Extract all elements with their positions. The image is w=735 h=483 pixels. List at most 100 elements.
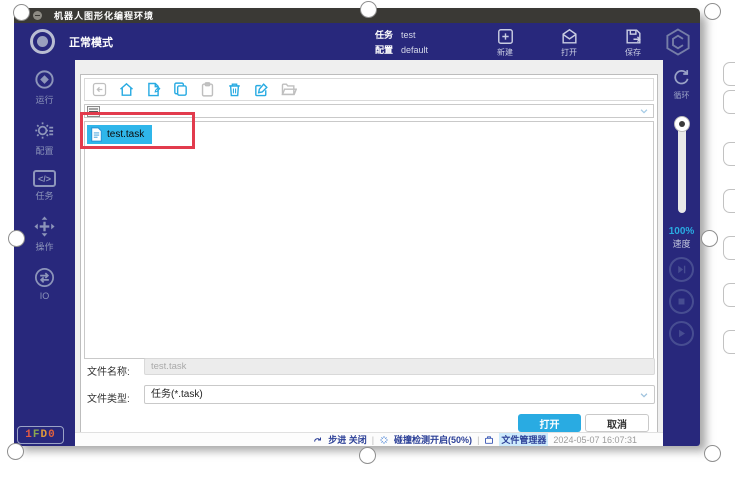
copy-icon[interactable] xyxy=(172,81,189,98)
open-task-icon xyxy=(560,27,579,46)
edge-button[interactable] xyxy=(723,62,735,86)
edge-button[interactable] xyxy=(723,142,735,166)
io-icon xyxy=(33,266,56,289)
open-task-button[interactable]: 打开 xyxy=(546,27,592,58)
cancel-button[interactable]: 取消 xyxy=(585,414,649,432)
sidebar-item-run[interactable]: 运行 xyxy=(33,68,56,106)
save-task-button[interactable]: 保存 xyxy=(610,27,656,58)
step-status-icon xyxy=(313,435,323,445)
mode-indicator-icon xyxy=(30,29,55,54)
right-sidebar: 循环 100% 速度 xyxy=(663,60,700,446)
sidebar-item-config[interactable]: 配置 xyxy=(33,119,56,157)
play-icon xyxy=(675,327,688,340)
task-code-icon: </> xyxy=(33,170,56,187)
filetype-select[interactable]: 任务(*.task) xyxy=(144,385,655,404)
play-button[interactable] xyxy=(669,321,694,346)
minimize-button[interactable] xyxy=(33,11,42,20)
edge-button[interactable] xyxy=(723,189,735,213)
selection-handle[interactable] xyxy=(704,445,721,462)
back-icon[interactable] xyxy=(91,81,108,98)
run-icon xyxy=(33,68,56,91)
sidebar-item-label: 操作 xyxy=(35,240,53,253)
flag-char: 1 xyxy=(25,429,33,441)
loop-toggle[interactable]: 循环 xyxy=(671,67,692,101)
sidebar-item-label: 任务 xyxy=(35,189,53,202)
task-config-info: 任务 test 配置 default xyxy=(375,28,428,58)
filename-label: 文件名称: xyxy=(87,363,130,378)
save-task-label: 保存 xyxy=(625,47,641,58)
new-task-icon xyxy=(496,27,515,46)
new-task-label: 新建 xyxy=(497,47,513,58)
selection-handle[interactable] xyxy=(704,3,721,20)
window-title: 机器人图形化编程环境 xyxy=(54,9,154,22)
loop-icon xyxy=(671,67,692,88)
file-dialog-toolbar xyxy=(84,78,654,101)
settings-icon xyxy=(33,119,56,142)
speed-slider[interactable] xyxy=(678,123,686,213)
filename-input[interactable]: test.task xyxy=(144,358,655,375)
file-list[interactable]: test.task xyxy=(84,121,654,359)
collision-status[interactable]: 碰撞检测开启(50%) xyxy=(394,433,472,446)
open-button[interactable]: 打开 xyxy=(518,414,581,432)
paste-icon[interactable] xyxy=(199,81,216,98)
flag-char: 0 xyxy=(48,429,56,441)
collision-icon xyxy=(379,435,389,445)
flag-char: D xyxy=(41,429,49,441)
selection-handle[interactable] xyxy=(7,443,24,460)
move-icon xyxy=(33,215,56,238)
task-value: test xyxy=(401,30,416,40)
chevron-down-icon xyxy=(639,390,649,400)
save-task-icon xyxy=(624,27,643,46)
separator: | xyxy=(477,435,479,445)
selection-handle[interactable] xyxy=(701,230,718,247)
flag-char: F xyxy=(33,429,41,441)
selection-handle[interactable] xyxy=(359,447,376,464)
chevron-down-icon xyxy=(639,106,649,116)
speed-slider-thumb[interactable] xyxy=(674,116,690,132)
app-logo-icon xyxy=(663,27,693,57)
status-timestamp: 2024-05-07 16:07:31 xyxy=(553,435,637,445)
config-label: 配置 xyxy=(375,45,393,55)
selection-handle[interactable] xyxy=(13,4,30,21)
sidebar-item-label: 运行 xyxy=(35,93,53,106)
selection-handle[interactable] xyxy=(360,1,377,18)
stop-icon xyxy=(675,295,688,308)
sidebar-item-task[interactable]: </> 任务 xyxy=(33,170,56,202)
stop-button[interactable] xyxy=(669,289,694,314)
open-task-label: 打开 xyxy=(561,47,577,58)
config-value: default xyxy=(401,45,428,55)
edge-button[interactable] xyxy=(723,90,735,114)
mode-label: 正常模式 xyxy=(69,34,113,50)
open-folder-icon[interactable] xyxy=(280,81,297,98)
delete-icon[interactable] xyxy=(226,81,243,98)
sidebar-item-io[interactable]: IO xyxy=(33,266,56,301)
app-window: 机器人图形化编程环境 正常模式 任务 test 配置 default 新建 打开 保… xyxy=(14,8,700,446)
left-sidebar: 运行 配置 </> 任务 操作 IO 1 F D 0 xyxy=(14,60,75,446)
edge-button[interactable] xyxy=(723,330,735,354)
filetype-label: 文件类型: xyxy=(87,390,130,405)
step-forward-icon xyxy=(675,263,688,276)
loop-label: 循环 xyxy=(674,90,690,101)
edge-button[interactable] xyxy=(723,283,735,307)
step-status[interactable]: 步进 关闭 xyxy=(328,433,367,446)
home-icon[interactable] xyxy=(118,81,135,98)
new-file-icon[interactable] xyxy=(145,81,162,98)
edge-button[interactable] xyxy=(723,236,735,260)
sidebar-item-operate[interactable]: 操作 xyxy=(33,215,56,253)
step-forward-button[interactable] xyxy=(669,257,694,282)
separator: | xyxy=(372,435,374,445)
new-task-button[interactable]: 新建 xyxy=(482,27,528,58)
speed-label: 速度 xyxy=(672,237,690,250)
selection-handle[interactable] xyxy=(8,230,25,247)
speed-value: 100% xyxy=(669,226,695,237)
sidebar-item-label: IO xyxy=(40,291,50,301)
filetype-value: 任务(*.task) xyxy=(151,386,203,403)
app-header: 正常模式 任务 test 配置 default 新建 打开 保存 xyxy=(14,23,700,60)
status-flag-badge: 1 F D 0 xyxy=(17,426,64,444)
rename-icon[interactable] xyxy=(253,81,270,98)
file-manager-status[interactable]: 文件管理器 xyxy=(499,433,548,446)
task-label: 任务 xyxy=(375,30,393,40)
sidebar-item-label: 配置 xyxy=(35,144,53,157)
file-manager-icon xyxy=(484,435,494,445)
window-titlebar: 机器人图形化编程环境 xyxy=(14,8,700,23)
